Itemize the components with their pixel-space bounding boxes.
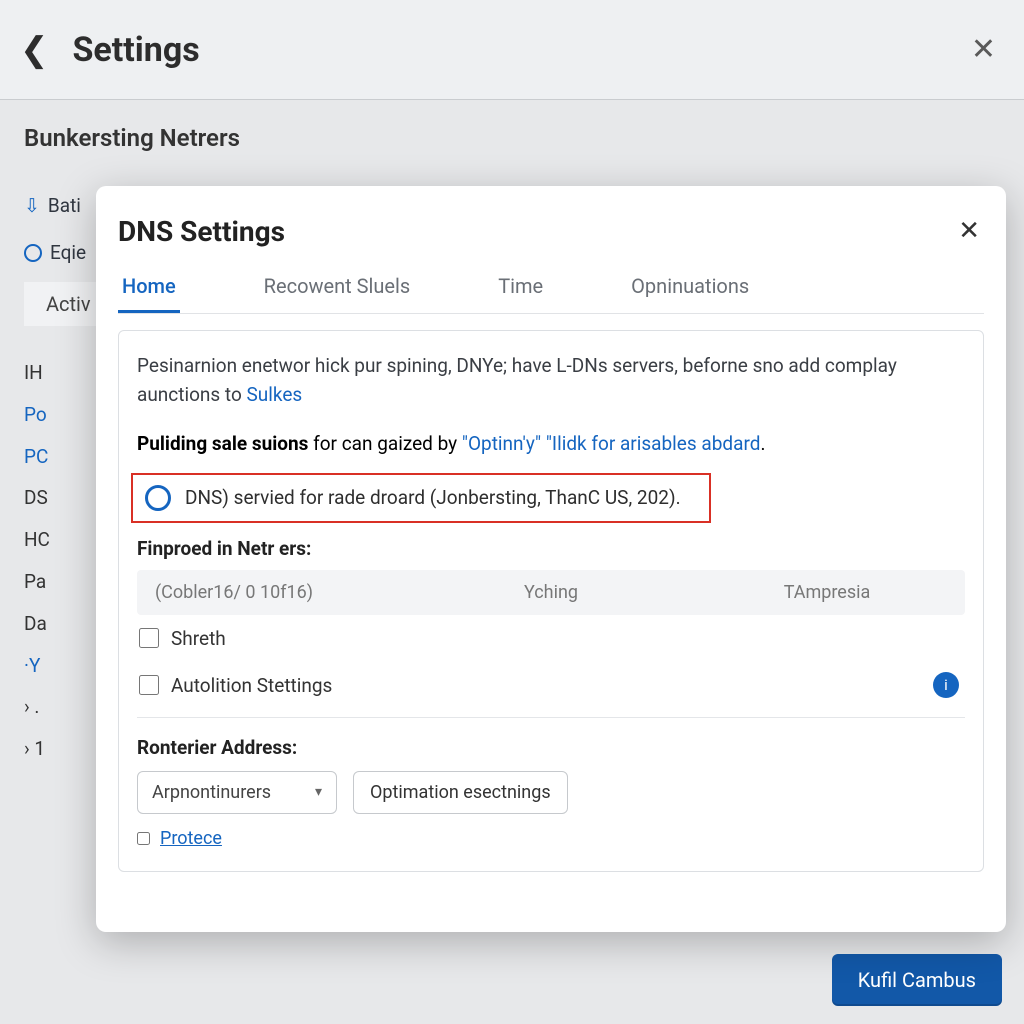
autolition-label: Autolition Stettings	[171, 674, 332, 697]
dns-served-label: DNS) servied for rade droard (Jonberstin…	[185, 486, 681, 509]
address-label: Ronterier Address:	[137, 736, 965, 759]
tab-home[interactable]: Home	[118, 264, 180, 313]
autolition-checkbox-row[interactable]: Autolition Stettings i	[137, 662, 965, 709]
protece-checkbox[interactable]	[137, 832, 150, 845]
dns-served-option[interactable]: DNS) servied for rade droard (Jonberstin…	[131, 473, 711, 523]
tab-recowent[interactable]: Recowent Sluels	[260, 264, 415, 313]
modal-title: DNS Settings	[118, 215, 285, 248]
tab-opninuations[interactable]: Opninuations	[627, 264, 753, 313]
radio-icon[interactable]	[145, 485, 171, 511]
autolition-checkbox[interactable]	[139, 675, 159, 695]
back-icon[interactable]: ❮	[20, 30, 49, 70]
modal-close-icon[interactable]: ✕	[954, 212, 984, 250]
protece-checkbox-row[interactable]: Protece	[137, 828, 965, 849]
protece-link[interactable]: Protece	[160, 828, 222, 849]
arpnontinurers-select[interactable]: Arpnontinurers ▾	[137, 771, 337, 814]
table-header: (Cobler16/ 0 10f16) Yching TAmpresia	[137, 570, 965, 615]
chevron-down-icon: ▾	[315, 784, 322, 800]
ilidk-link[interactable]: "Ilidk for arisables abdard	[546, 432, 761, 455]
app-header: ❮ Settings ✕	[0, 0, 1024, 100]
dns-settings-modal: DNS Settings ✕ Home Recowent Sluels Time…	[96, 186, 1006, 932]
info-icon[interactable]: i	[933, 672, 959, 698]
section-heading: Bunkersting Netrers	[24, 124, 1000, 152]
page-title: Settings	[73, 30, 200, 70]
sulkes-link[interactable]: Sulkes	[247, 383, 303, 406]
tab-time[interactable]: Time	[494, 264, 547, 313]
shreth-checkbox[interactable]	[139, 628, 159, 648]
radio-icon	[24, 244, 42, 262]
shreth-checkbox-row[interactable]: Shreth	[137, 615, 965, 662]
modal-tabs: Home Recowent Sluels Time Opninuations	[118, 264, 984, 314]
modal-panel: Pesinarnion enetwor hick pur spining, DN…	[118, 330, 984, 872]
optimation-button[interactable]: Optimation esectnings	[353, 771, 568, 814]
description-text: Pesinarnion enetwor hick pur spining, DN…	[137, 351, 965, 410]
finproed-label: Finproed in Netr ers:	[137, 537, 965, 560]
sub-description: Puliding sale suions for can gaized by "…	[137, 432, 965, 455]
col-cobler: (Cobler16/ 0 10f16)	[137, 570, 413, 615]
col-yching: Yching	[413, 570, 689, 615]
select-value: Arpnontinurers	[152, 782, 271, 803]
download-icon: ⇩	[24, 194, 40, 217]
col-tampresia: TAmpresia	[689, 570, 965, 615]
primary-action-button[interactable]: Kufil Cambus	[832, 954, 1002, 1006]
optinny-link[interactable]: "Optinn'y"	[462, 432, 541, 455]
close-icon[interactable]: ✕	[971, 32, 996, 67]
divider	[137, 717, 965, 718]
shreth-label: Shreth	[171, 627, 226, 650]
